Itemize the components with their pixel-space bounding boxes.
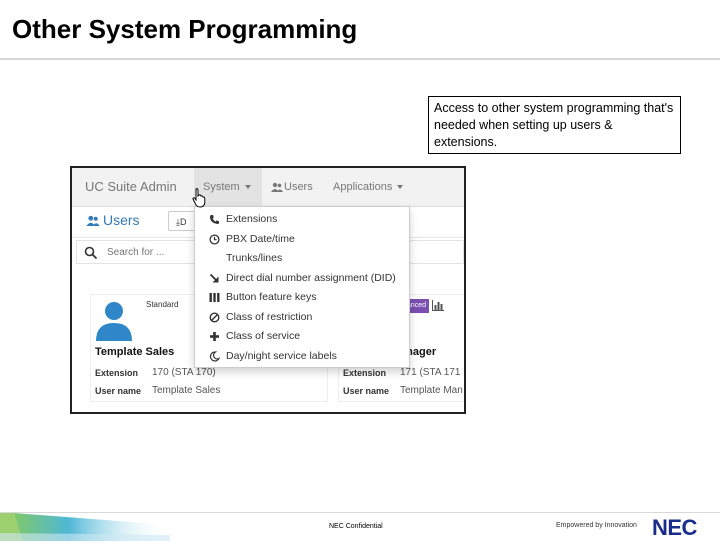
nav-applications-menu[interactable]: Applications: [324, 168, 414, 206]
username-value: Template Sales: [152, 385, 221, 396]
callout-box: Access to other system programming that'…: [428, 96, 681, 154]
menu-item-label: Button feature keys: [226, 291, 317, 303]
menu-item-extensions[interactable]: Extensions: [195, 210, 409, 230]
menu-item-label: Day/night service labels: [226, 349, 337, 362]
card-user-name: Template Sales: [95, 346, 175, 358]
extension-value: 170 (STA 170): [152, 367, 216, 378]
footer-band: NEC Confidential Empowered by Innovation…: [0, 512, 720, 541]
nav-applications-label: Applications: [333, 181, 393, 193]
nav-system-label: System: [203, 181, 240, 193]
plan-badge: Standard: [146, 300, 179, 309]
menu-item-trunks-lines[interactable]: Trunks/lines: [195, 249, 409, 269]
system-dropdown-menu: Extensions PBX Date/time Trunks/lines Di…: [194, 206, 410, 368]
top-navbar: UC Suite Admin System Users Applications: [72, 168, 464, 207]
username-value: Template Man: [400, 385, 463, 396]
nav-users-label: Users: [284, 181, 313, 193]
ui-screenshot: UC Suite Admin System Users Applications…: [70, 166, 466, 414]
users-icon: [86, 215, 100, 226]
nav-users[interactable]: Users: [262, 168, 322, 206]
plus-icon: [210, 332, 219, 341]
arrow-down-right-icon: [209, 273, 219, 282]
moon-icon: [209, 350, 220, 362]
slide-title: Other System Programming: [12, 14, 358, 44]
menu-item-label: Trunks/lines: [226, 252, 283, 264]
ban-icon: [209, 311, 220, 323]
footer-stripes: [0, 513, 170, 541]
tagline: Empowered by Innovation: [556, 522, 637, 529]
mouse-pointer-icon: [192, 188, 206, 208]
users-heading: Users: [86, 212, 140, 228]
extension-label: Extension: [95, 368, 139, 378]
menu-item-label: Extensions: [226, 213, 278, 225]
users-heading-label: Users: [103, 212, 140, 228]
confidential-label: NEC Confidential: [329, 523, 383, 530]
download-button[interactable]: ⤓D: [168, 211, 196, 231]
menu-item-class-of-restriction[interactable]: Class of restriction: [195, 308, 409, 328]
menu-item-label: Direct dial number assignment (DID): [226, 271, 396, 284]
menu-item-button-feature-keys[interactable]: Button feature keys: [195, 288, 409, 308]
nec-logo: NEC: [652, 515, 697, 540]
menu-item-label: PBX Date/time: [226, 232, 295, 245]
menu-item-day-night-labels[interactable]: Day/night service labels: [195, 347, 409, 367]
users-icon: [271, 182, 283, 193]
phone-icon: [210, 215, 219, 224]
extension-value: 171 (STA 171: [400, 367, 461, 378]
menu-item-did[interactable]: Direct dial number assignment (DID): [195, 269, 409, 289]
app-brand[interactable]: UC Suite Admin: [85, 179, 177, 194]
bar-chart-icon: [432, 300, 444, 311]
extension-label: Extension: [343, 368, 387, 378]
menu-item-label: Class of service: [226, 330, 301, 342]
chevron-down-icon: [397, 185, 404, 190]
chevron-down-icon: [244, 185, 251, 190]
search-icon: [84, 246, 98, 260]
title-divider: [0, 58, 720, 60]
menu-item-class-of-service[interactable]: Class of service: [195, 327, 409, 347]
username-label: User name: [95, 386, 142, 396]
username-label: User name: [343, 386, 390, 396]
avatar-icon: [96, 302, 132, 341]
download-button-label: D: [179, 217, 187, 227]
clock-icon: [209, 233, 220, 245]
bars-icon: [209, 293, 220, 302]
menu-item-pbx-date-time[interactable]: PBX Date/time: [195, 230, 409, 250]
menu-item-label: Class of restriction: [226, 310, 313, 323]
